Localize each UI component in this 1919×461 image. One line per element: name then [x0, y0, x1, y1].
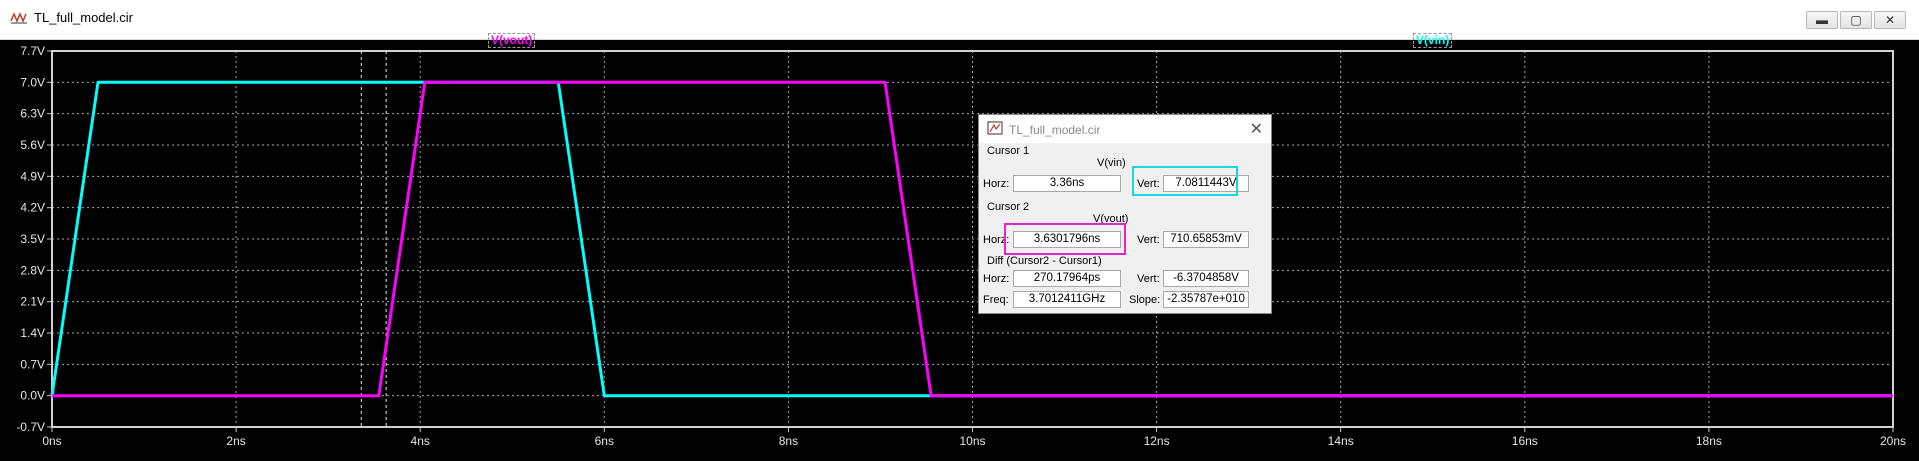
y-tick-label: 1.4V — [20, 326, 45, 340]
trace-label-vout[interactable]: V(vout) — [488, 33, 536, 48]
cursor2-horz-highlight — [1004, 223, 1126, 255]
minimize-button[interactable]: ▬ — [1806, 11, 1838, 29]
waveform-plot-pane[interactable]: 7.7V 7.0V 6.3V 5.6V 4.9V 4.2V 3.5V 2.8V 2.1V 1.4V… — [0, 40, 1919, 461]
close-icon[interactable]: ✕ — [1250, 119, 1263, 139]
x-tick-label: 18ns — [1696, 434, 1722, 448]
x-tick-label: 20ns — [1880, 434, 1906, 448]
close-window-button[interactable]: ✕ — [1874, 11, 1906, 29]
y-tick-label: -0.7V — [16, 420, 45, 434]
cursor2-heading: Cursor 2 — [987, 201, 1030, 213]
y-tick-label: 0.7V — [20, 357, 45, 371]
y-tick-label: 6.3V — [20, 107, 45, 121]
cursor2-vert-label: Vert: — [1137, 234, 1160, 246]
y-tick-label: 2.1V — [20, 295, 45, 309]
y-tick-label: 7.7V — [20, 44, 45, 58]
x-tick-label: 0ns — [42, 434, 61, 448]
diff-horz-field[interactable]: 270.17964ps — [1013, 270, 1121, 287]
cursor-probe-icon — [987, 121, 1003, 135]
cursor1-vert-highlight — [1132, 166, 1238, 196]
cursor2-vert-field[interactable]: 710.65853mV — [1163, 231, 1249, 248]
x-tick-label: 2ns — [226, 434, 245, 448]
diff-heading: Diff (Cursor2 - Cursor1) — [987, 255, 1102, 267]
y-tick-label: 0.0V — [20, 389, 45, 403]
y-tick-label: 4.9V — [20, 169, 45, 183]
diff-freq-label: Freq: — [983, 294, 1009, 306]
x-tick-label: 6ns — [595, 434, 614, 448]
x-tick-label: 12ns — [1144, 434, 1170, 448]
window-titlebar: TL_full_model.cir ▬ ▢ ✕ — [0, 0, 1919, 40]
diff-horz-label: Horz: — [983, 273, 1010, 285]
y-tick-label: 3.5V — [20, 232, 45, 246]
x-tick-label: 16ns — [1512, 434, 1538, 448]
diff-slope-label: Slope: — [1129, 294, 1161, 306]
cursor-dialog: TL_full_model.cir ✕ Cursor 1 V(vin) Horz… — [978, 114, 1272, 314]
cursor-dialog-title: TL_full_model.cir — [1009, 123, 1101, 137]
cursor1-horz-field[interactable]: 3.36ns — [1013, 175, 1121, 192]
x-tick-label: 8ns — [779, 434, 798, 448]
window-title: TL_full_model.cir — [34, 10, 133, 25]
cursor1-heading: Cursor 1 — [987, 145, 1030, 157]
diff-vert-label: Vert: — [1137, 273, 1160, 285]
x-tick-label: 4ns — [411, 434, 430, 448]
waveform-app-icon — [10, 12, 27, 24]
trace-label-vin[interactable]: V(vin) — [1413, 33, 1453, 48]
diff-vert-field[interactable]: -6.3704858V — [1163, 270, 1249, 287]
cursor1-trace: V(vin) — [1097, 157, 1126, 169]
y-tick-label: 5.6V — [20, 138, 45, 152]
x-tick-label: 10ns — [959, 434, 985, 448]
y-tick-label: 4.2V — [20, 201, 45, 215]
cursor1-horz-label: Horz: — [983, 178, 1010, 190]
diff-freq-field[interactable]: 3.7012411GHz — [1013, 291, 1121, 308]
y-tick-label: 7.0V — [20, 75, 45, 89]
maximize-button[interactable]: ▢ — [1840, 11, 1872, 29]
x-tick-label: 14ns — [1328, 434, 1354, 448]
diff-slope-field[interactable]: -2.35787e+010 — [1163, 291, 1249, 308]
cursor-dialog-titlebar[interactable]: TL_full_model.cir ✕ — [979, 115, 1271, 143]
y-tick-label: 2.8V — [20, 263, 45, 277]
waveform-chart[interactable]: 7.7V 7.0V 6.3V 5.6V 4.9V 4.2V 3.5V 2.8V 2.1V 1.4V… — [0, 40, 1919, 461]
